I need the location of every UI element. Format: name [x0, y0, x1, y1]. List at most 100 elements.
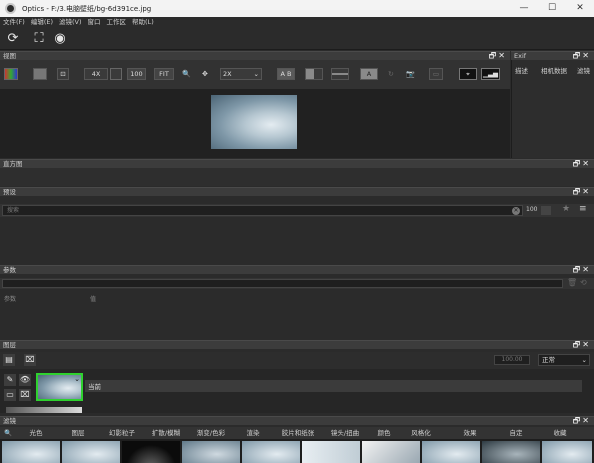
checker-icon[interactable]: [33, 68, 47, 80]
layer-name: 当前: [88, 383, 101, 391]
star-icon[interactable]: ★: [562, 204, 570, 214]
window-title: Optics - F:/3.电脑壁纸/bg-6d391ce.jpg: [22, 5, 152, 13]
channels-icon[interactable]: [4, 68, 18, 80]
crop-icon[interactable]: ⛶: [31, 31, 47, 47]
menu-file[interactable]: 文件(F): [0, 17, 28, 28]
menu-filter[interactable]: 滤镜(V): [56, 17, 85, 28]
filter-thumbnail[interactable]: [362, 441, 420, 463]
layers-panel-title: 图层: [3, 341, 16, 349]
filter-tab[interactable]: 渲染: [235, 427, 271, 439]
filter-tab[interactable]: 渐变/色彩: [189, 427, 233, 439]
filter-tab[interactable]: 风格化: [403, 427, 439, 439]
chevron-down-icon[interactable]: ⌄: [74, 375, 80, 383]
filter-thumbnail[interactable]: [2, 441, 60, 463]
filter-tab[interactable]: 颜色: [367, 427, 401, 439]
title-bar: Optics - F:/3.电脑壁纸/bg-6d391ce.jpg — ☐ ✕: [0, 0, 594, 17]
filter-thumbnails: [0, 439, 594, 463]
zoom-icon[interactable]: 🔍: [182, 68, 191, 80]
menu-window[interactable]: 窗口: [85, 17, 104, 28]
filter-tab[interactable]: 镜头/扭曲: [325, 427, 365, 439]
preset-list[interactable]: [0, 217, 594, 261]
delete-layer-icon[interactable]: ⌧: [24, 354, 36, 366]
pan-icon[interactable]: ✥: [202, 68, 208, 80]
layer-frame-icon[interactable]: ⌧: [19, 389, 31, 401]
trash-icon[interactable]: 🗑: [567, 278, 577, 287]
filter-tab[interactable]: 效果: [450, 427, 490, 439]
filter-thumbnail[interactable]: [62, 441, 120, 463]
clear-icon[interactable]: ✕: [512, 207, 520, 215]
minimize-button[interactable]: —: [510, 1, 538, 16]
blend-mode-value: 正常: [542, 356, 555, 364]
exif-tab-camera[interactable]: 相机数据: [541, 65, 567, 75]
viewer-panel-header: 视图 🗗✕: [0, 51, 510, 60]
params-panel-title: 参数: [3, 266, 16, 274]
compare-ab-button[interactable]: A B: [277, 68, 295, 80]
search-icon[interactable]: 🔍: [2, 427, 14, 439]
zoom-level[interactable]: 4X: [84, 68, 108, 80]
image-viewer[interactable]: [0, 89, 510, 158]
panel-controls[interactable]: 🗗✕: [573, 265, 591, 275]
filter-thumbnail[interactable]: [122, 441, 180, 463]
image-preview: [211, 95, 297, 149]
before-after-button[interactable]: A: [360, 68, 378, 80]
fullscreen-icon[interactable]: ⊡: [57, 68, 69, 80]
refresh-icon[interactable]: ⟳: [5, 31, 21, 47]
size-stepper[interactable]: [541, 206, 551, 215]
filter-thumbnail[interactable]: [482, 441, 540, 463]
exif-tab-filters[interactable]: 滤镜: [577, 65, 590, 75]
filter-thumbnail[interactable]: [302, 441, 360, 463]
visibility-icon[interactable]: 👁: [19, 374, 31, 386]
split-horizontal-icon[interactable]: [331, 68, 349, 80]
app-icon: [5, 3, 16, 14]
filter-thumbnail[interactable]: [542, 441, 592, 463]
panel-controls[interactable]: 🗗✕: [573, 187, 591, 197]
monitor-icon[interactable]: ▭: [429, 68, 443, 80]
params-table: [0, 303, 594, 335]
filter-thumbnail[interactable]: [182, 441, 240, 463]
menu-help[interactable]: 帮助(L): [129, 17, 157, 28]
menu-edit[interactable]: 编辑(E): [28, 17, 56, 28]
filter-category-tabs: 🔍 光色 图层 幻影粒子 扩散/模糊 渐变/色彩 渲染 胶片和纸张 镜头/扭曲 …: [0, 427, 594, 439]
panel-controls[interactable]: 🗗✕: [573, 416, 591, 426]
blend-mode-select[interactable]: 正常 ⌄: [538, 354, 590, 366]
filter-thumbnail[interactable]: [242, 441, 300, 463]
filter-tab[interactable]: 胶片和纸张: [273, 427, 323, 439]
filter-tab[interactable]: 图层: [58, 427, 98, 439]
main-toolbar: ⟳ ⛶ ◉: [0, 28, 594, 50]
preset-search-input[interactable]: 搜索 ✕: [2, 205, 523, 216]
opacity-input[interactable]: 100.00: [494, 355, 530, 365]
exif-tab-description[interactable]: 描述: [515, 65, 528, 75]
snapshot-icon[interactable]: 📷: [406, 68, 415, 80]
layer-row[interactable]: 当前: [85, 380, 582, 392]
params-filter-input[interactable]: [2, 279, 563, 288]
maximize-button[interactable]: ☐: [538, 1, 566, 16]
menu-icon[interactable]: ≡: [579, 204, 587, 214]
camera-rotate-icon[interactable]: ◉: [52, 31, 68, 47]
histogram-toggle-icon[interactable]: ▁▃▅: [481, 68, 500, 80]
menu-workspace[interactable]: 工作区: [104, 17, 130, 28]
zoom-fit-button[interactable]: FIT: [154, 68, 174, 80]
close-button[interactable]: ✕: [566, 1, 594, 16]
zoom-100-button[interactable]: 100: [127, 68, 146, 80]
crosshair-icon[interactable]: ⌖: [459, 68, 477, 80]
filter-thumbnail[interactable]: [422, 441, 480, 463]
filter-tab[interactable]: 扩散/模糊: [145, 427, 187, 439]
layer-edit-icon[interactable]: ✎: [4, 374, 16, 386]
add-layer-icon[interactable]: ▤: [3, 354, 15, 366]
split-view-icon[interactable]: [305, 68, 323, 80]
layer-thumbnail[interactable]: ⌄: [36, 373, 83, 401]
chevron-down-icon: ⌄: [253, 70, 259, 78]
layer-mask-icon[interactable]: ▭: [4, 389, 16, 401]
zoom-select[interactable]: 2X ⌄: [220, 68, 262, 80]
zoom-stepper[interactable]: [110, 68, 122, 80]
filter-tab[interactable]: 自定: [496, 427, 536, 439]
preset-size-value[interactable]: 100: [526, 206, 537, 213]
exif-panel-header: Exif 🗗✕: [511, 51, 594, 60]
preset-search-bar: 搜索 ✕ 100 ★ ≡: [0, 204, 594, 217]
reset-icon[interactable]: ⟲: [580, 278, 587, 287]
filter-tab[interactable]: 幻影粒子: [101, 427, 143, 439]
filter-tab[interactable]: 收藏: [540, 427, 580, 439]
loop-icon[interactable]: ↻: [388, 68, 394, 80]
filter-tab[interactable]: 光色: [16, 427, 56, 439]
panel-controls[interactable]: 🗗✕: [573, 340, 591, 350]
